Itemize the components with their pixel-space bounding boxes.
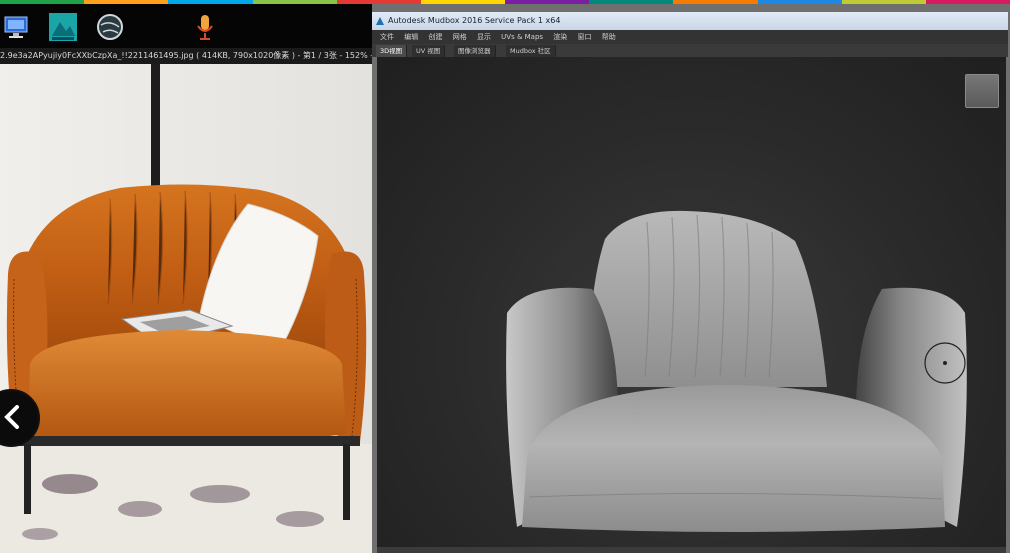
menu-render[interactable]: 渲染: [553, 30, 567, 44]
desktop-icon-bar: [0, 4, 372, 48]
mudbox-status-bar: [377, 547, 1006, 553]
menu-mesh[interactable]: 网格: [453, 30, 467, 44]
tab-image-browser[interactable]: 图像浏览器: [454, 45, 496, 57]
tab-uv-view[interactable]: UV 视图: [412, 45, 446, 57]
mudbox-view-tabs: 3D视图 UV 视图 图像浏览器 Mudbox 社区: [372, 44, 1008, 57]
mudbox-logo-icon: [376, 17, 384, 25]
menu-uvs-maps[interactable]: UVs & Maps: [501, 30, 543, 44]
mudbox-titlebar: Autodesk Mudbox 2016 Service Pack 1 x64: [372, 12, 1008, 30]
menu-help[interactable]: 帮助: [602, 30, 616, 44]
tab-mudbox-community[interactable]: Mudbox 社区: [506, 45, 556, 57]
armchair-photo: [0, 64, 372, 553]
image-app-icon[interactable]: [48, 12, 78, 42]
mudbox-menubar: 文件 编辑 创建 网格 显示 UVs & Maps 渲染 窗口 帮助: [372, 30, 1008, 44]
3d-viewport[interactable]: [377, 57, 1006, 547]
computer-icon[interactable]: [2, 12, 32, 42]
chevron-left-icon: [4, 405, 19, 429]
menu-create[interactable]: 创建: [428, 30, 442, 44]
microphone-app-icon[interactable]: [190, 12, 220, 42]
mudbox-title-text: Autodesk Mudbox 2016 Service Pack 1 x64: [388, 16, 561, 25]
menu-display[interactable]: 显示: [477, 30, 491, 44]
menu-edit[interactable]: 编辑: [404, 30, 418, 44]
menu-window[interactable]: 窗口: [578, 30, 592, 44]
menu-file[interactable]: 文件: [380, 30, 394, 44]
viewcube-icon[interactable]: [965, 74, 999, 108]
sculpt-model: [506, 210, 967, 532]
tab-3d-view[interactable]: 3D视图: [376, 45, 408, 57]
sphere-app-icon[interactable]: [95, 12, 125, 42]
image-viewer-title: 2.9e3a2APyujiy0FcXXbCzpXa_!!2211461495.j…: [0, 48, 372, 64]
